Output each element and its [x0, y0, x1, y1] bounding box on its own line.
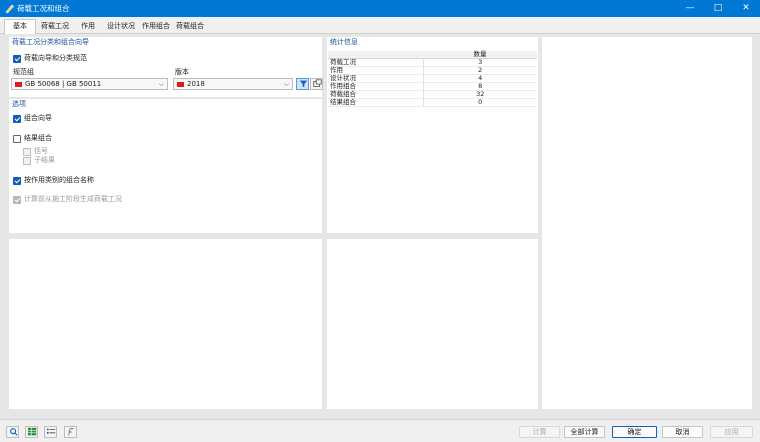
edition-value: 2018 [187, 80, 205, 88]
brackets-checkbox[interactable] [23, 148, 31, 156]
chevron-down-icon: ⌵ [158, 80, 164, 88]
edition-select[interactable]: 2018 ⌵ [173, 78, 293, 90]
empty-panel-bottom-middle [327, 239, 538, 409]
window-title: 荷载工况和组合 [17, 4, 70, 13]
search-button[interactable] [6, 426, 19, 438]
china-flag-icon [15, 82, 22, 87]
filter-icon [299, 80, 308, 88]
result-combination-label: 结果组合 [24, 134, 52, 142]
table-row: 荷载组合 32 [328, 90, 537, 100]
tab-load-cases[interactable]: 荷载工况 [38, 20, 72, 34]
ok-button[interactable]: 确定 [612, 426, 657, 438]
table-row: 结果组合 0 [328, 98, 537, 108]
chevron-down-icon: ⌵ [283, 80, 289, 88]
sub-results-checkbox[interactable] [23, 157, 31, 165]
bottom-bar: 计算 全部计算 确定 取消 应用 [0, 419, 760, 442]
action-type-names-label: 按作用类别的组合名称 [24, 176, 94, 184]
wizard-panel: 荷载工况分类和组合向导 荷载向导和分类规范 规范组 GB 50068 | GB … [9, 37, 323, 97]
close-button[interactable]: ✕ [732, 0, 760, 17]
table-button[interactable] [25, 426, 38, 438]
combination-wizard-checkbox[interactable] [13, 115, 21, 123]
table-row: 作用组合 8 [328, 82, 537, 92]
wizard-header: 荷载工况分类和组合向导 [9, 37, 322, 48]
list-icon [46, 428, 56, 434]
tab-actions[interactable]: 作用 [74, 20, 102, 34]
standard-group-label: 规范组 [13, 68, 34, 76]
table-row: 设计状况 4 [328, 74, 537, 84]
minimize-button[interactable]: — [676, 0, 704, 17]
maximize-button[interactable]: □ [704, 0, 732, 17]
table-row: 荷载工况 3 [328, 58, 537, 68]
tab-bar: 基本 荷载工况 作用 设计状况 作用组合 荷载组合 [0, 17, 760, 34]
search-icon [10, 428, 18, 436]
stat-value: 0 [422, 98, 537, 108]
tab-load-combinations[interactable]: 荷载组合 [173, 20, 207, 34]
calculate-button[interactable]: 计算 [519, 426, 560, 438]
apply-button[interactable]: 应用 [710, 426, 753, 438]
table-icon [27, 427, 37, 436]
stat-label: 结果组合 [328, 98, 423, 108]
combination-wizard-label: 组合向导 [24, 114, 52, 122]
use-wizard-label: 荷载向导和分类规范 [24, 54, 87, 62]
china-flag-icon [177, 82, 184, 87]
table-header-row: 数量 [328, 51, 537, 60]
cancel-button[interactable]: 取消 [662, 426, 703, 438]
empty-panel-right [542, 37, 752, 409]
empty-panel-bottom-left [9, 239, 322, 409]
app-icon [5, 4, 14, 14]
generate-from-stages-checkbox[interactable] [13, 196, 21, 204]
statistics-table: 数量 荷载工况 3 作用 2 设计状况 4 作用组合 8 荷载组合 32 结果组合 0 [328, 51, 537, 108]
use-wizard-checkbox[interactable] [13, 55, 21, 63]
statistics-header: 统计信息 [327, 37, 538, 48]
calculate-all-button[interactable]: 全部计算 [564, 426, 605, 438]
edition-label: 版本 [175, 68, 189, 76]
options-header: 选项 [9, 99, 322, 110]
brackets-label: 括号 [34, 147, 48, 155]
table-row: 作用 2 [328, 66, 537, 76]
statistics-panel: 统计信息 数量 荷载工况 3 作用 2 设计状况 4 作用组合 8 荷载组合 32 结果组… [327, 37, 538, 233]
settings-button[interactable] [310, 78, 323, 90]
standard-group-value: GB 50068 | GB 50011 [25, 80, 102, 88]
formula-icon [68, 428, 74, 436]
options-panel: 选项 组合向导 结果组合 括号 子结果 按作用类别的组合名称 计算前从施工阶段生… [9, 99, 322, 233]
tab-action-combinations[interactable]: 作用组合 [139, 20, 173, 34]
standard-group-select[interactable]: GB 50068 | GB 50011 ⌵ [11, 78, 168, 90]
list-button[interactable] [44, 426, 57, 438]
formula-button[interactable] [64, 426, 77, 438]
settings-icon [313, 79, 322, 87]
title-bar: 荷载工况和组合 — □ ✕ [0, 0, 760, 17]
tab-design-situations[interactable]: 设计状况 [104, 20, 138, 34]
generate-from-stages-label: 计算前从施工阶段生成荷载工况 [24, 195, 122, 203]
result-combination-checkbox[interactable] [13, 135, 21, 143]
sub-results-label: 子结果 [34, 156, 55, 164]
action-type-names-checkbox[interactable] [13, 177, 21, 185]
tab-basic[interactable]: 基本 [4, 19, 36, 34]
filter-button[interactable] [296, 78, 309, 90]
